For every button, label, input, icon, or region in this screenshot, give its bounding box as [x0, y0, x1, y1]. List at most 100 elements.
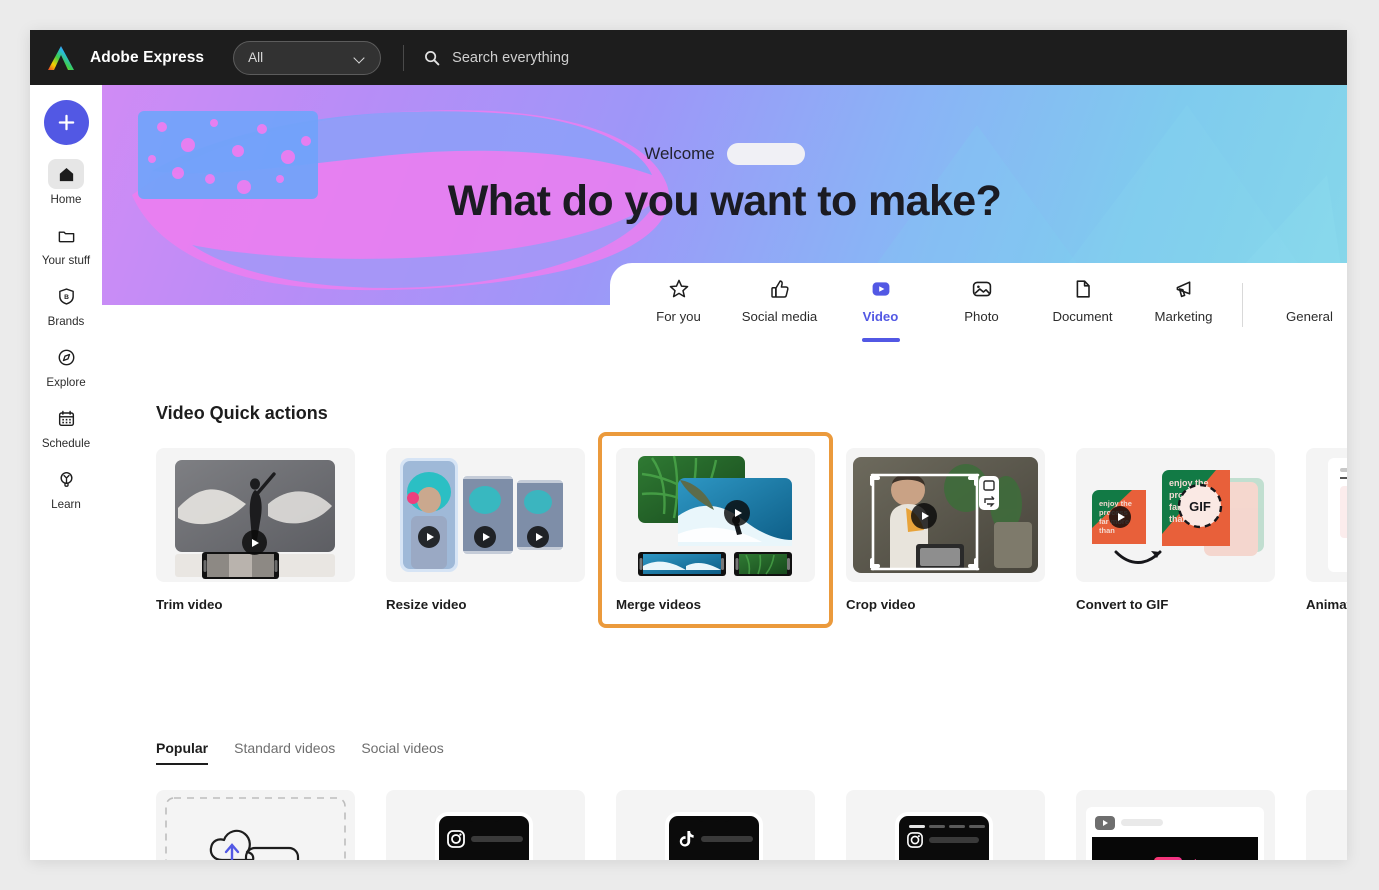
- quick-action-thumbnail: enjoy theprocess far morethan enjoy thep…: [1076, 448, 1275, 582]
- crop-video-art: [853, 457, 1038, 573]
- thumbs-up-icon: [770, 280, 789, 298]
- play-icon: [474, 526, 496, 548]
- template-card-tiktok-video[interactable]: [616, 790, 815, 860]
- welcome-label: Welcome: [644, 144, 715, 163]
- search-bar[interactable]: [404, 30, 1347, 85]
- search-icon: [425, 50, 440, 65]
- sidebar-item-label: Explore: [46, 376, 86, 389]
- template-card-upload[interactable]: [156, 790, 355, 860]
- play-icon: [1109, 506, 1131, 528]
- quick-action-trim-video[interactable]: Trim video: [156, 448, 355, 612]
- sidebar-item-label: Brands: [47, 315, 85, 328]
- quick-actions-title: Video Quick actions: [156, 403, 328, 423]
- brand-title: Adobe Express: [90, 48, 205, 66]
- star-icon: [669, 279, 688, 298]
- play-icon: [527, 526, 549, 548]
- tab-general[interactable]: General: [1259, 263, 1347, 348]
- template-card-instagram-video[interactable]: [386, 790, 585, 860]
- sidebar-item-label: Schedule: [41, 437, 91, 450]
- tab-video[interactable]: Video: [830, 263, 931, 348]
- lightbulb-icon: [59, 471, 73, 487]
- tab-label: Document: [1052, 309, 1113, 324]
- search-scope-select[interactable]: All: [233, 40, 382, 75]
- quick-actions-row: Trim video Resize video Merge videos Cro…: [156, 432, 1347, 628]
- tab-label: For you: [656, 309, 701, 324]
- sidebar-item-learn[interactable]: Learn: [36, 464, 96, 511]
- tab-label: Social media: [741, 309, 818, 324]
- adobe-express-logo-icon[interactable]: [46, 44, 76, 72]
- tab-standard-videos[interactable]: Standard videos: [234, 740, 335, 765]
- quick-action-label: Resize video: [386, 597, 467, 612]
- tab-active-indicator: [861, 338, 900, 342]
- search-scope-value: All: [248, 50, 264, 65]
- left-sidebar: Home Your stuff B Brands Explore Schedul…: [30, 85, 102, 860]
- video-play-icon: [872, 282, 889, 296]
- document-icon: [1076, 280, 1090, 298]
- tab-document[interactable]: Document: [1032, 263, 1133, 348]
- template-card-youtube-video[interactable]: [1076, 790, 1275, 860]
- category-divider: [1242, 283, 1243, 327]
- folder-icon: [58, 230, 74, 242]
- megaphone-icon: [1176, 281, 1190, 298]
- quick-action-convert-to-gif[interactable]: enjoy theprocess far morethan enjoy thep…: [1076, 448, 1275, 612]
- phone-mockup: [895, 812, 993, 860]
- sidebar-item-explore[interactable]: Explore: [36, 342, 96, 389]
- phone-mockup: [665, 812, 763, 860]
- brands-icon: B: [58, 287, 74, 305]
- sidebar-item-your-stuff[interactable]: Your stuff: [36, 220, 96, 267]
- quick-action-thumbnail: [616, 448, 815, 582]
- play-icon: [242, 530, 267, 555]
- quick-action-merge-videos[interactable]: Merge videos: [598, 432, 833, 628]
- template-tab-bar: Popular Standard videos Social videos: [156, 740, 444, 765]
- quick-action-resize-video[interactable]: Resize video: [386, 448, 585, 612]
- svg-text:B: B: [64, 293, 69, 300]
- instagram-icon: [907, 832, 923, 848]
- tab-label: Video: [862, 309, 899, 324]
- quick-action-animate-from-audio[interactable]: Animate from audio: [1306, 448, 1347, 612]
- calendar-icon: [58, 410, 74, 426]
- compass-icon: [58, 349, 74, 365]
- upload-template-art: [165, 797, 346, 860]
- top-bar: Adobe Express All: [30, 30, 1347, 85]
- tab-photo[interactable]: Photo: [931, 263, 1032, 348]
- plus-icon: [58, 114, 74, 131]
- quick-action-label: Merge videos: [616, 597, 701, 612]
- quick-action-thumbnail: [846, 448, 1045, 582]
- template-card-instagram-story[interactable]: [846, 790, 1045, 860]
- instagram-icon: [447, 830, 465, 848]
- video-play-icon: [1154, 857, 1196, 860]
- tiktok-icon: [679, 831, 694, 847]
- chevron-down-icon: [355, 54, 366, 61]
- template-card-phone-video[interactable]: [1306, 790, 1347, 860]
- tab-label: Marketing: [1154, 309, 1213, 324]
- tab-label: General: [1286, 309, 1333, 324]
- main-content: Welcome What do you want to make? For yo…: [102, 85, 1347, 860]
- svg-text:GIF: GIF: [1189, 499, 1211, 514]
- quick-action-label: Crop video: [846, 597, 916, 612]
- tab-popular[interactable]: Popular: [156, 740, 209, 765]
- tab-social-media[interactable]: Social media: [729, 263, 830, 348]
- search-input[interactable]: [452, 49, 853, 66]
- merge-videos-art: [638, 455, 792, 576]
- quick-action-thumbnail: [156, 448, 355, 582]
- tab-marketing[interactable]: Marketing: [1133, 263, 1234, 348]
- sidebar-item-brands[interactable]: B Brands: [36, 281, 96, 328]
- sidebar-item-label: Home: [50, 193, 82, 206]
- quick-action-crop-video[interactable]: Crop video: [846, 448, 1045, 612]
- image-icon: [972, 281, 991, 297]
- tab-social-videos[interactable]: Social videos: [361, 740, 444, 765]
- play-icon: [418, 526, 440, 548]
- sidebar-item-home[interactable]: Home: [36, 159, 96, 206]
- page-title: What do you want to make?: [447, 177, 1002, 225]
- tab-for-you[interactable]: For you: [628, 263, 729, 348]
- quick-action-label: Animate from audio: [1306, 597, 1347, 612]
- quick-action-thumbnail: [1306, 448, 1347, 582]
- create-new-button[interactable]: [43, 100, 89, 145]
- convert-to-gif-art: enjoy theprocess far morethan enjoy thep…: [1092, 470, 1264, 564]
- phone-mockup: [435, 812, 533, 860]
- sidebar-item-label: Your stuff: [41, 254, 91, 267]
- sidebar-item-schedule[interactable]: Schedule: [36, 403, 96, 450]
- youtube-mockup: [1086, 807, 1264, 860]
- username-placeholder: [726, 143, 805, 165]
- quick-action-label: Convert to GIF: [1076, 597, 1169, 612]
